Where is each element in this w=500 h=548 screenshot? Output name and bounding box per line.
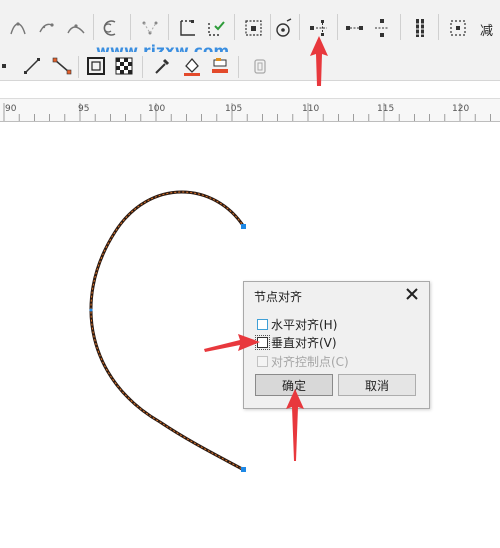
close-curve-icon[interactable] <box>176 16 200 40</box>
cancel-button[interactable]: 取消 <box>338 374 416 396</box>
node-handle <box>241 224 246 229</box>
align-control-points-label: 对齐控制点(C) <box>271 354 349 369</box>
node-branch-icon[interactable] <box>138 16 162 40</box>
close-icon[interactable] <box>403 285 421 303</box>
annotation-arrow-up-toolbar <box>310 36 328 86</box>
horizontal-ruler[interactable]: 90 95 100 105 110 115 120 <box>0 98 500 122</box>
node-handle <box>89 308 93 312</box>
reverse-direction-icon[interactable] <box>100 16 124 40</box>
elastic-mode-icon[interactable] <box>271 16 295 40</box>
reduce-nodes-icon[interactable] <box>446 16 470 40</box>
skew-node-icon[interactable] <box>36 16 60 40</box>
eyedropper-icon[interactable] <box>150 54 174 78</box>
stretch-node-icon[interactable] <box>6 16 30 40</box>
align-vertical-icon[interactable] <box>370 16 394 40</box>
reduce-nodes-label[interactable]: 减 <box>480 20 493 39</box>
lock-icon[interactable] <box>248 54 272 78</box>
annotation-arrow-up-ok <box>286 389 304 461</box>
horizontal-align-checkbox[interactable] <box>257 318 268 330</box>
line-tool-icon[interactable] <box>20 54 44 78</box>
ruler-label: 95 <box>78 104 89 114</box>
align-control-points-checkbox <box>257 355 268 367</box>
fill-bucket-icon[interactable] <box>180 54 204 78</box>
property-bar-top: 减 www.rjzxw.com <box>0 0 500 60</box>
checker-fill-icon[interactable] <box>112 54 136 78</box>
ruler-label: 115 <box>377 104 394 114</box>
ruler-label: 120 <box>452 104 469 114</box>
ruler-label: 105 <box>225 104 242 114</box>
align-horizontal-icon[interactable] <box>343 16 367 40</box>
frame-icon[interactable] <box>84 54 108 78</box>
extract-subpath-icon[interactable] <box>204 16 228 40</box>
ruler-ticks: 90 95 100 105 110 115 120 <box>3 103 491 121</box>
distribute-nodes-icon[interactable] <box>408 16 432 40</box>
horizontal-align-option[interactable]: 水平对齐(H) <box>257 316 337 332</box>
reflect-node-icon[interactable] <box>64 16 88 40</box>
horizontal-align-label: 水平对齐(H) <box>271 317 338 332</box>
ruler-label: 100 <box>148 104 165 114</box>
align-control-points-option: 对齐控制点(C) <box>257 353 349 369</box>
dialog-title: 节点对齐 <box>254 290 303 304</box>
ruler-label: 90 <box>5 104 17 114</box>
ruler-label: 110 <box>302 104 319 114</box>
vertical-align-option[interactable]: 垂直对齐(V) <box>255 334 337 350</box>
node-type-icon[interactable] <box>0 54 18 78</box>
node-handle <box>241 467 246 472</box>
vertical-align-label: 垂直对齐(V) <box>271 335 337 350</box>
paint-tool-icon[interactable] <box>208 54 232 78</box>
annotation-arrow-right-checkbox <box>204 334 260 352</box>
property-bar-bottom <box>0 52 500 81</box>
align-nodes-dialog: 节点对齐 水平对齐(H) 垂直对齐(V) 对齐控制点(C) 确定 取消 <box>243 281 430 409</box>
smart-line-icon[interactable] <box>50 54 74 78</box>
select-all-nodes-icon[interactable] <box>242 16 266 40</box>
